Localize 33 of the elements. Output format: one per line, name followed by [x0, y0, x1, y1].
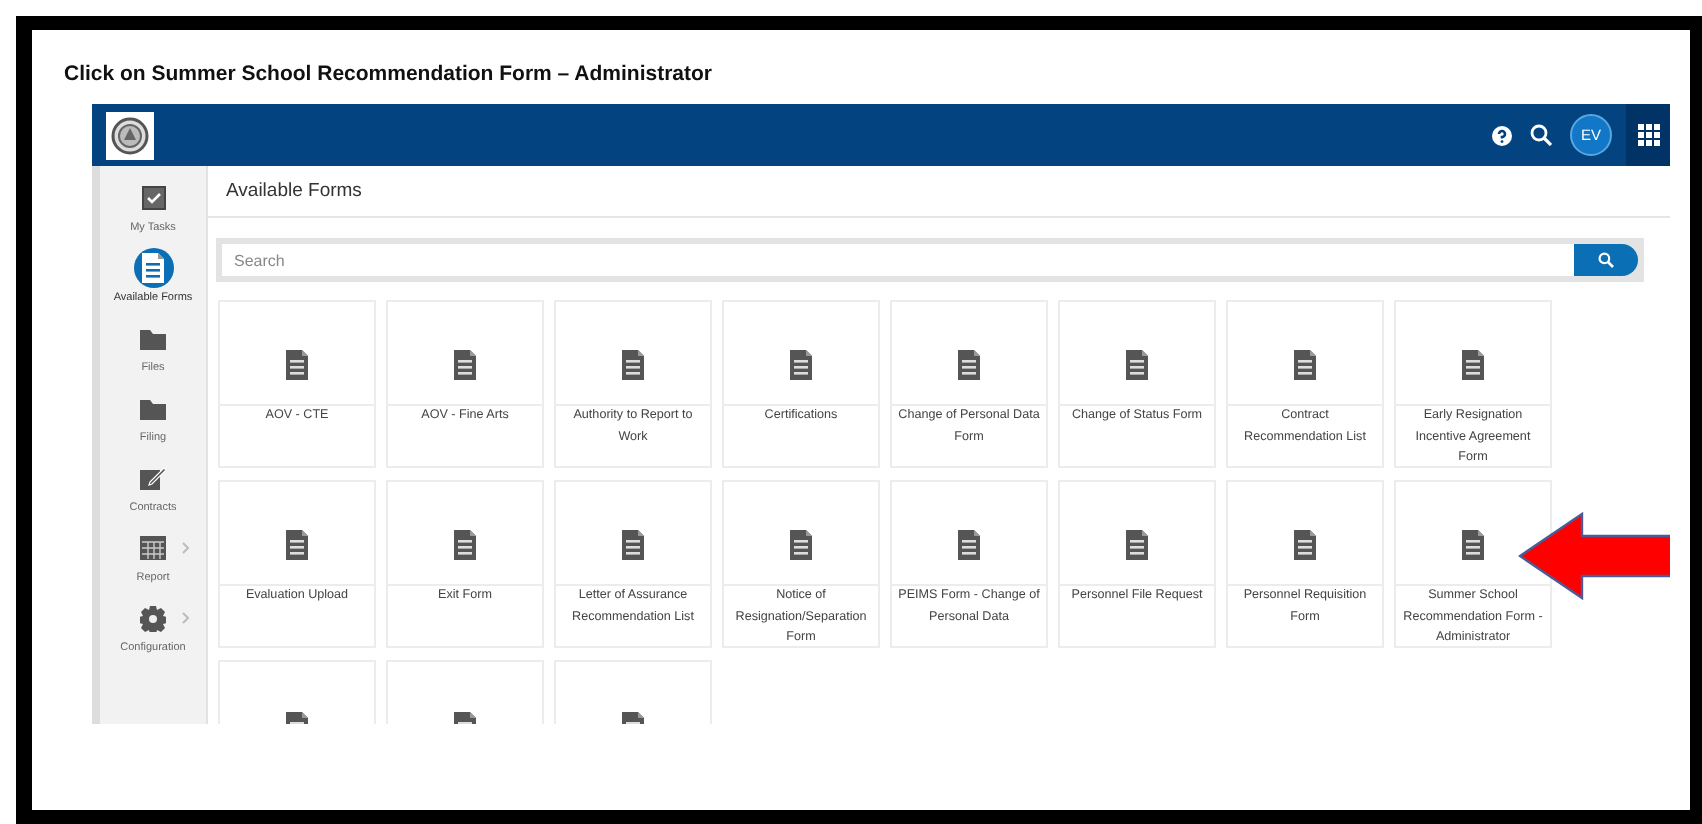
- search-icon: [1598, 252, 1614, 268]
- checkbox-icon: [141, 186, 165, 210]
- folder-icon: [140, 327, 166, 349]
- document-icon: [1462, 530, 1484, 560]
- document-icon: [958, 350, 980, 380]
- pencil-icon: [140, 466, 166, 490]
- folder-icon: [140, 397, 166, 419]
- instruction-text: Click on Summer School Recommendation Form – Administrator: [64, 60, 714, 90]
- search-icon[interactable]: [1530, 124, 1552, 146]
- document-icon: [1126, 350, 1148, 380]
- document-icon: [286, 530, 308, 560]
- document-icon: [140, 250, 166, 286]
- calendar-icon: [140, 536, 166, 560]
- document-icon: [622, 530, 644, 560]
- document-icon: [1126, 530, 1148, 560]
- document-icon: [622, 350, 644, 380]
- document-icon: [790, 530, 812, 560]
- document-icon: [958, 530, 980, 560]
- page-title: Available Forms: [208, 166, 1670, 218]
- document-icon: [1294, 530, 1316, 560]
- document-icon: [286, 350, 308, 380]
- search-field[interactable]: Search: [222, 244, 1574, 276]
- document-icon: [1462, 350, 1484, 380]
- help-icon[interactable]: [1492, 125, 1512, 145]
- document-icon: [790, 350, 812, 380]
- document-icon: [1294, 350, 1316, 380]
- apps-grid-button[interactable]: [1626, 104, 1670, 166]
- grid-icon: [1637, 124, 1659, 146]
- gear-icon: [140, 605, 166, 631]
- document-icon: [454, 530, 476, 560]
- logo-icon: [106, 111, 154, 159]
- search-button[interactable]: [1574, 244, 1638, 276]
- document-icon: [454, 350, 476, 380]
